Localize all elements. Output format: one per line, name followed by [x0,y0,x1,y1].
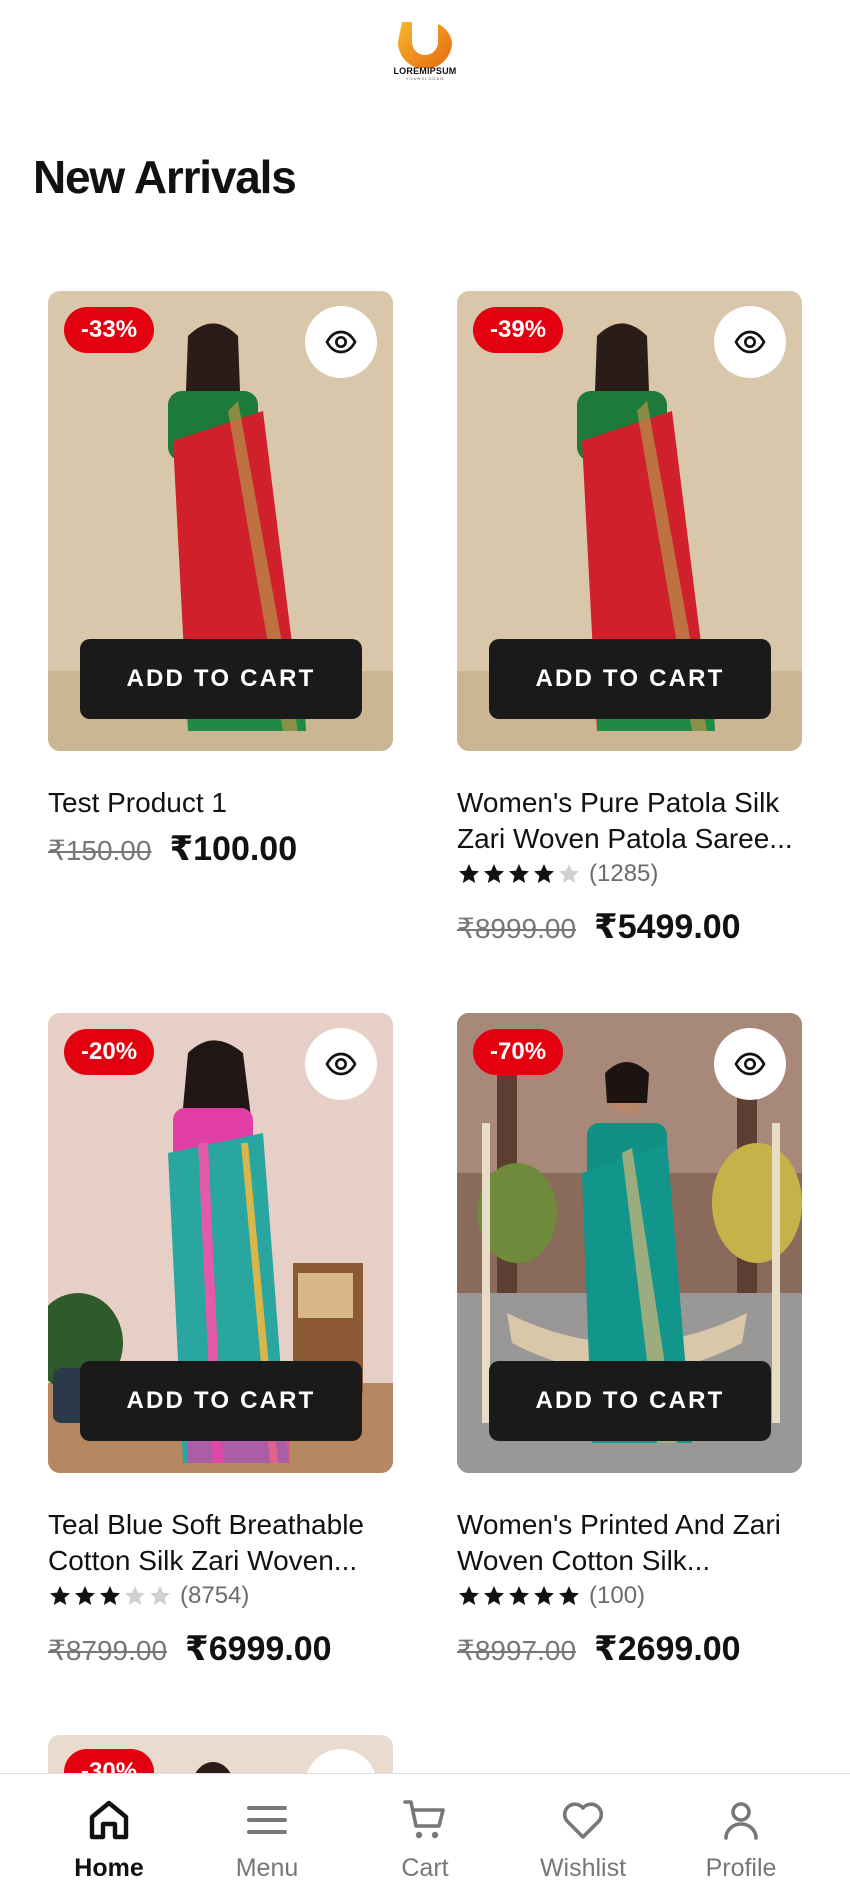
add-to-cart-button[interactable]: ADD TO CART [489,1361,771,1441]
quick-view-button[interactable] [714,306,786,378]
nav-label: Wishlist [539,1854,627,1882]
nav-label: Home [74,1854,144,1882]
stars [48,1584,172,1608]
price-row: ₹8997.00 ₹2699.00 [457,1629,802,1669]
brand-logo[interactable]: LOREMIPSUM YOURSLOGAN [388,18,462,92]
add-to-cart-button[interactable]: ADD TO CART [489,639,771,719]
discount-badge: -39% [473,307,564,353]
discount-badge: -33% [64,307,155,353]
discount-badge: -70% [473,1029,564,1075]
star-filled-icon [100,1586,120,1605]
star-filled-icon [459,864,479,883]
product-image[interactable]: -33% ADD TO CART [48,291,393,751]
product-name-line: Zari Woven Patola Saree... [457,823,793,854]
review-count: (8754) [180,1582,250,1609]
star-filled-icon [509,864,529,883]
quick-view-button[interactable] [714,1028,786,1100]
original-price: ₹8997.00 [457,1635,577,1666]
star-filled-icon [534,1586,554,1605]
product-name-line: Cotton Silk Zari Woven... [48,1545,358,1576]
nav-menu[interactable]: Menu [197,1774,337,1883]
logo-mark-icon [398,22,452,68]
sale-price: ₹5499.00 [594,908,741,946]
nav-label: Cart [401,1854,449,1882]
product-image[interactable]: -20% ADD TO CART [48,1013,393,1473]
discount-badge: -20% [64,1029,155,1075]
product-name[interactable]: Women's Printed And Zari Woven Cotton Si… [457,1507,802,1579]
price-row: ₹150.00 ₹100.00 [48,829,393,869]
star-rating: (8754) [48,1581,393,1611]
home-icon [89,1800,129,1840]
star-filled-icon [75,1586,95,1605]
product-card[interactable]: -33% ADD TO CART Test Product 1 ₹150.00 … [48,291,393,869]
cart-icon [403,1800,445,1839]
add-to-cart-button[interactable]: ADD TO CART [80,639,362,719]
heart-icon [562,1802,604,1839]
product-name-line: Woven Cotton Silk... [457,1545,711,1576]
star-filled-icon [509,1586,529,1605]
nav-label: Profile [705,1854,777,1882]
sale-price: ₹2699.00 [594,1630,741,1668]
star-rating: (100) [457,1581,802,1611]
product-name-line: Teal Blue Soft Breathable [48,1509,364,1540]
product-image[interactable]: -39% ADD TO CART [457,291,802,751]
product-image[interactable]: -70% ADD TO CART [457,1013,802,1473]
eye-icon [325,330,357,354]
menu-icon [247,1806,287,1834]
nav-profile[interactable]: Profile [671,1774,811,1883]
eye-icon [734,1052,766,1076]
star-filled-icon [459,1586,479,1605]
product-name[interactable]: Test Product 1 [48,785,393,821]
product-name-line: Women's Printed And Zari [457,1509,781,1540]
star-filled-icon [559,1586,579,1605]
review-count: (1285) [589,860,659,887]
quick-view-button[interactable] [305,1028,377,1100]
nav-cart[interactable]: Cart [355,1774,495,1883]
page-title: New Arrivals [33,151,297,203]
brand-name: LOREMIPSUM [393,66,457,76]
user-icon [724,1802,758,1840]
sale-price: ₹100.00 [169,830,298,868]
product-name[interactable]: Women's Pure Patola Silk Zari Woven Pato… [457,785,802,857]
star-rating: (1285) [457,859,802,889]
brand-tagline: YOURSLOGAN [405,76,445,81]
star-empty-icon [125,1586,145,1605]
original-price: ₹8799.00 [48,1635,168,1666]
eye-icon [734,330,766,354]
product-name[interactable]: Teal Blue Soft Breathable Cotton Silk Za… [48,1507,393,1579]
star-empty-icon [150,1586,170,1605]
price-row: ₹8799.00 ₹6999.00 [48,1629,393,1669]
quick-view-button[interactable] [305,306,377,378]
star-filled-icon [534,864,554,883]
star-filled-icon [484,1586,504,1605]
star-filled-icon [50,1586,70,1605]
nav-label: Menu [235,1854,299,1882]
nav-wishlist[interactable]: Wishlist [513,1774,653,1883]
product-card[interactable]: -70% ADD TO CART Women's Printed And Zar… [457,1013,802,1669]
product-card[interactable]: -39% ADD TO CART Women's Pure Patola Sil… [457,291,802,947]
add-to-cart-button[interactable]: ADD TO CART [80,1361,362,1441]
eye-icon [325,1052,357,1076]
original-price: ₹8999.00 [457,913,577,944]
stars [457,862,581,886]
product-name-line: Women's Pure Patola Silk [457,787,780,818]
original-price: ₹150.00 [48,835,152,866]
bottom-nav: Home Menu Cart Wishlist Profile [0,1773,850,1902]
sale-price: ₹6999.00 [185,1630,332,1668]
star-filled-icon [484,864,504,883]
stars [457,1584,581,1608]
star-empty-icon [559,864,579,883]
nav-home[interactable]: Home [39,1774,179,1883]
price-row: ₹8999.00 ₹5499.00 [457,907,802,947]
product-card[interactable]: -20% ADD TO CART Teal Blue Soft Breathab… [48,1013,393,1669]
review-count: (100) [589,1582,646,1609]
